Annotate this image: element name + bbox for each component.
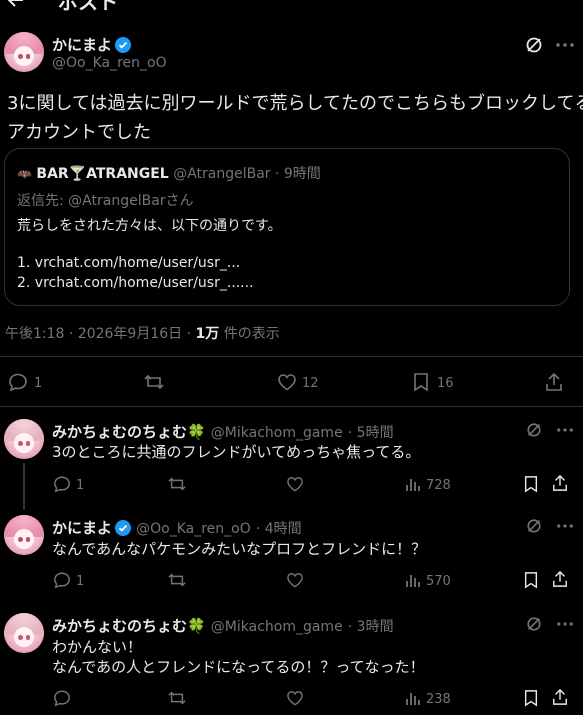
quote-avatar-emoji: 🦇 <box>17 167 32 181</box>
quote-time: · 9時間 <box>275 166 321 182</box>
like-heart-icon[interactable] <box>277 373 297 391</box>
grok-icon[interactable] <box>526 616 542 632</box>
quote-author-row: 🦇 BAR🍸ATRANGEL @AtrangelBar · 9時間 <box>17 163 321 183</box>
reply-handle[interactable]: @Mikachom_game <box>211 619 343 635</box>
share-icon[interactable] <box>552 474 568 492</box>
bookmark-icon[interactable] <box>523 571 539 589</box>
share-icon[interactable] <box>552 688 568 706</box>
grok-icon[interactable] <box>525 36 543 54</box>
post-meta: 午後1:18 · 2026年9月16日 · 1万 件の表示 <box>5 323 280 343</box>
reply-text: わかんない！ <box>52 638 143 656</box>
reply-count: 1 <box>76 478 85 493</box>
bookmark-icon[interactable] <box>523 475 539 493</box>
like-heart-icon[interactable] <box>286 572 304 588</box>
bookmark-count: 16 <box>437 376 454 391</box>
reply-text: なんであの人とフレンドになってるの！？ってなった！ <box>52 658 425 676</box>
top-bar: ポスト <box>0 0 583 16</box>
repost-icon[interactable] <box>143 372 165 392</box>
reply-time[interactable]: · 5時間 <box>348 425 394 441</box>
view-count: 1万 <box>195 326 220 342</box>
reply-icon[interactable] <box>53 475 71 493</box>
reply-handle[interactable]: @Oo_Ka_ren_oO <box>136 521 251 537</box>
quote-text-line: 2. vrchat.com/home/user/usr_...... <box>17 275 254 291</box>
repost-icon[interactable] <box>167 475 187 493</box>
reply-icon[interactable] <box>53 689 71 707</box>
quote-text-line: 荒らしをされた方々は、以下の通りです。 <box>17 218 282 234</box>
author-name-row[interactable]: かにまよ <box>52 34 132 55</box>
quote-handle: @AtrangelBar <box>173 166 271 182</box>
more-options-icon[interactable] <box>557 524 573 528</box>
like-count: 12 <box>302 376 319 391</box>
post-text-line: アカウントでした <box>7 122 151 143</box>
like-heart-icon[interactable] <box>286 476 304 492</box>
divider <box>0 356 583 357</box>
reply-handle[interactable]: @Mikachom_game <box>211 425 343 441</box>
back-arrow-icon[interactable] <box>6 0 26 10</box>
grok-icon[interactable] <box>526 518 542 534</box>
more-options-icon[interactable] <box>556 43 574 47</box>
divider <box>0 406 583 407</box>
view-count: 728 <box>426 478 451 493</box>
share-icon[interactable] <box>545 372 563 392</box>
author-handle[interactable]: @Oo_Ka_ren_oO <box>52 55 167 71</box>
views-chart-icon[interactable] <box>405 690 421 706</box>
quote-reply-to: 返信先: @AtrangelBarさん <box>17 193 194 209</box>
reply-count: 1 <box>76 574 85 589</box>
view-count: 238 <box>426 692 451 707</box>
repost-icon[interactable] <box>167 571 187 589</box>
more-options-icon[interactable] <box>557 622 573 626</box>
reply-header: みかちょむのちょむ🍀 @Mikachom_game · 5時間 <box>52 421 394 442</box>
reply-text: なんであんなパケモンみたいなプロフとフレンドに！？ <box>52 540 427 558</box>
bookmark-icon[interactable] <box>412 372 430 392</box>
quote-display-name: BAR🍸ATRANGEL <box>36 166 169 182</box>
post-text-line: 3に関しては過去に別ワールドで荒らしてたのでこちらもブロックしてる <box>7 93 583 114</box>
reply-time[interactable]: · 4時間 <box>256 521 302 537</box>
verified-badge-icon <box>115 520 132 536</box>
avatar[interactable] <box>4 515 44 555</box>
view-label: 件の表示 <box>219 326 280 342</box>
page-title: ポスト <box>58 0 118 14</box>
quote-text-line: 1. vrchat.com/home/user/usr_... <box>17 255 241 271</box>
reply-time[interactable]: · 3時間 <box>348 619 394 635</box>
views-chart-icon[interactable] <box>405 476 421 492</box>
reply-display-name[interactable]: みかちょむのちょむ🍀 <box>52 617 206 635</box>
repost-icon[interactable] <box>167 689 187 707</box>
post-text: 3に関しては過去に別ワールドで荒らしてたのでこちらもブロックしてる アカウントで… <box>7 89 583 147</box>
grok-icon[interactable] <box>526 422 542 438</box>
avatar[interactable] <box>4 419 44 459</box>
views-chart-icon[interactable] <box>405 572 421 588</box>
reply-display-name[interactable]: みかちょむのちょむ🍀 <box>52 423 206 441</box>
reply-icon[interactable] <box>8 372 28 392</box>
reply-count: 1 <box>34 376 43 391</box>
like-heart-icon[interactable] <box>286 690 304 706</box>
reply-icon[interactable] <box>53 571 71 589</box>
reply-header: かにまよ @Oo_Ka_ren_oO · 4時間 <box>52 517 302 538</box>
share-icon[interactable] <box>552 570 568 588</box>
thread-line <box>23 463 25 510</box>
avatar[interactable] <box>4 32 44 72</box>
reply-display-name[interactable]: かにまよ <box>52 519 112 537</box>
avatar[interactable] <box>4 613 44 653</box>
reply-header: みかちょむのちょむ🍀 @Mikachom_game · 3時間 <box>52 615 394 636</box>
post-timestamp[interactable]: 午後1:18 · 2026年9月16日 · <box>5 326 196 342</box>
author-display-name[interactable]: かにまよ <box>52 36 112 54</box>
bookmark-icon[interactable] <box>523 689 539 707</box>
verified-badge-icon <box>115 37 132 53</box>
quoted-post[interactable]: 🦇 BAR🍸ATRANGEL @AtrangelBar · 9時間 返信先: @… <box>4 148 570 306</box>
more-options-icon[interactable] <box>557 428 573 432</box>
reply-text: 3のところに共通のフレンドがいてめっちゃ焦ってる。 <box>52 443 421 461</box>
view-count: 570 <box>426 574 451 589</box>
